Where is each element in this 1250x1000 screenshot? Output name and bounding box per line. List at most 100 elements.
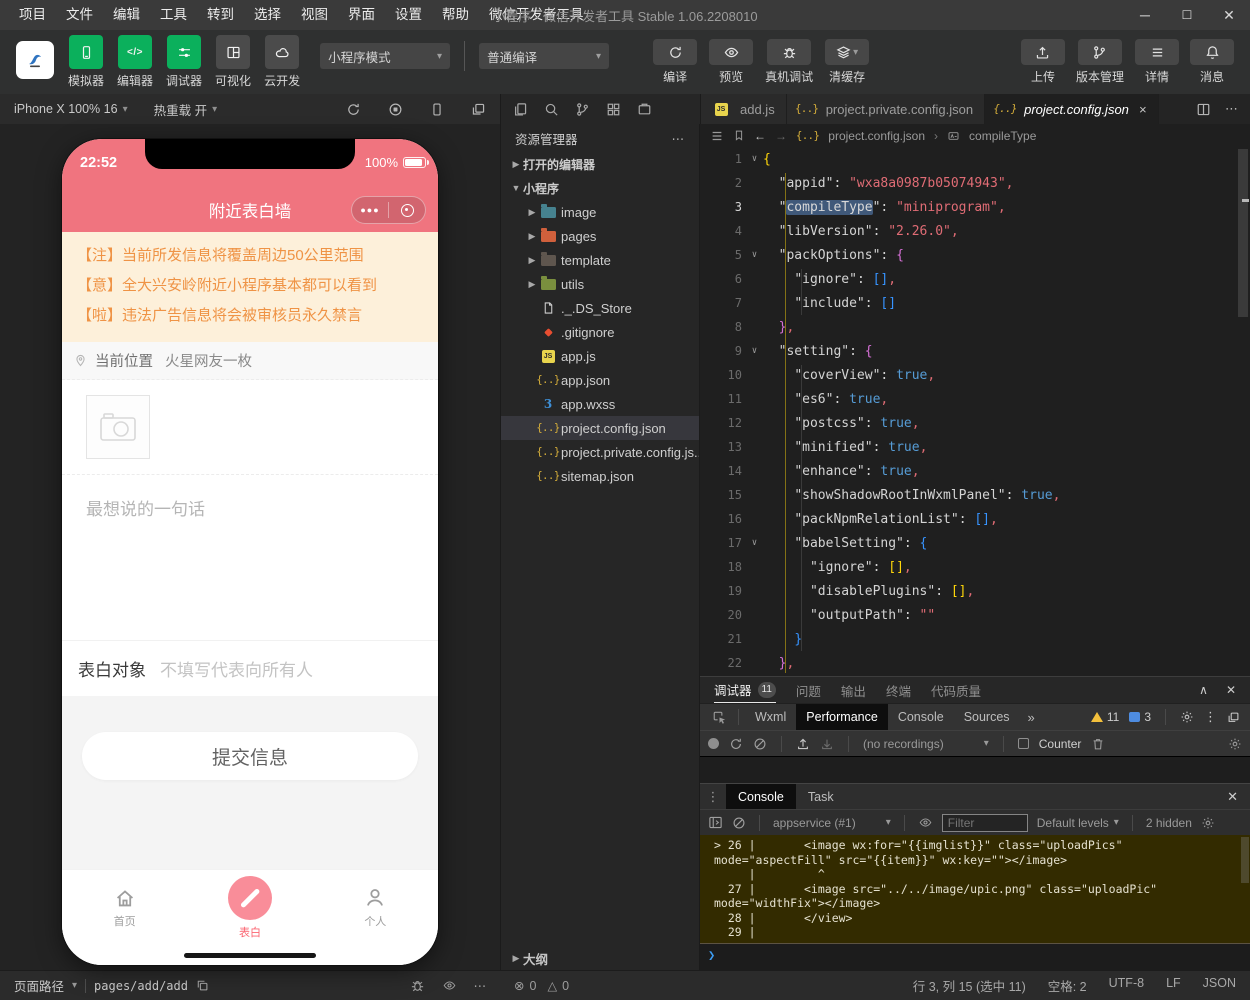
devtools-tab-performance[interactable]: Performance	[796, 704, 888, 730]
phone-tab-home[interactable]: 首页	[62, 870, 187, 946]
search-icon[interactable]	[544, 102, 559, 117]
capsule-menu[interactable]: ●●●	[351, 196, 426, 224]
module-cloud-dev[interactable]: 云开发	[264, 35, 300, 89]
camera-upload-button[interactable]	[86, 395, 150, 459]
structure-icon[interactable]	[606, 102, 621, 117]
tab-more-icon[interactable]: ⋯	[1225, 101, 1238, 117]
record-button[interactable]	[708, 738, 719, 749]
device-frame-icon[interactable]	[430, 102, 444, 117]
action-version-management[interactable]: 版本管理	[1076, 39, 1124, 85]
menu-item[interactable]: 设置	[386, 0, 431, 30]
action-real-device-debug[interactable]: 真机调试	[765, 39, 813, 85]
nav-forward-icon[interactable]: →	[775, 129, 787, 143]
tree-item-ds-store[interactable]: ._.DS_Store	[501, 296, 699, 320]
drawer-menu-icon[interactable]: ⋮	[700, 789, 726, 805]
menu-item[interactable]: 视图	[292, 0, 337, 30]
panel-tab-output[interactable]: 输出	[841, 677, 866, 703]
console-filter-input[interactable]	[942, 814, 1028, 832]
location-row[interactable]: 当前位置 火星网友一枚	[62, 342, 438, 380]
breadcrumb-file[interactable]: project.config.json	[828, 129, 925, 143]
preview-eye-icon[interactable]	[442, 979, 457, 992]
module-editor[interactable]: </>编辑器	[117, 35, 153, 89]
close-tab-icon[interactable]: ×	[1139, 102, 1147, 117]
device-select[interactable]: iPhone X 100% 16	[14, 102, 118, 116]
panel-tab-problems[interactable]: 问题	[796, 677, 821, 703]
devtools-tab-sources[interactable]: Sources	[954, 704, 1020, 730]
console-settings-icon[interactable]	[1201, 816, 1215, 830]
nav-back-icon[interactable]: ←	[754, 129, 766, 143]
drawer-tab-console[interactable]: Console	[726, 784, 796, 809]
devtools-tab-console[interactable]: Console	[888, 704, 954, 730]
menu-item[interactable]: 工具	[151, 0, 196, 30]
action-upload[interactable]: 上传	[1021, 39, 1065, 85]
minimize-button[interactable]: ─	[1124, 0, 1166, 30]
eye-watch-icon[interactable]	[918, 816, 933, 829]
warning-count[interactable]: 11	[1091, 710, 1119, 724]
split-editor-icon[interactable]	[1196, 102, 1211, 117]
console-output[interactable]: > 26 | <image wx:for="{{imglist}}" class…	[700, 835, 1250, 970]
recordings-select[interactable]: (no recordings) ▾	[863, 737, 989, 751]
target-row[interactable]: 表白对象 不填写代表向所有人	[62, 640, 438, 696]
explorer-more-icon[interactable]: ⋯	[672, 131, 686, 146]
copy-path-icon[interactable]	[196, 979, 209, 992]
log-levels-select[interactable]: Default levels ▾	[1037, 816, 1119, 830]
tree-item-gitignore[interactable]: .gitignore	[501, 320, 699, 344]
load-profile-icon[interactable]	[796, 737, 810, 751]
outline-list-icon[interactable]	[710, 129, 724, 143]
outline-section[interactable]: ▶ 大纲	[501, 946, 699, 970]
panel-tab-terminal[interactable]: 终端	[886, 677, 911, 703]
more-dots-icon[interactable]: ●●●	[352, 205, 388, 215]
breadcrumb-symbol[interactable]: compileType	[969, 129, 1036, 143]
devtools-logo[interactable]	[16, 41, 54, 79]
action-clear-cache[interactable]: ▾清缓存	[825, 39, 869, 85]
tree-item-app-js[interactable]: JSapp.js	[501, 344, 699, 368]
errors-icon[interactable]: ⊗	[514, 978, 524, 993]
tree-item-utils[interactable]: ▶utils	[501, 272, 699, 296]
hot-reload-select[interactable]: 热重载 开 ▾	[154, 100, 218, 119]
source-control-icon[interactable]	[575, 102, 590, 117]
editor-tab-add-js[interactable]: JSadd.js	[701, 94, 787, 124]
menu-item[interactable]: 界面	[339, 0, 384, 30]
message-textarea[interactable]: 最想说的一句话	[62, 475, 438, 640]
capture-settings-icon[interactable]	[1228, 737, 1242, 751]
reload-record-icon[interactable]	[729, 737, 743, 751]
fold-chevron-icon[interactable]: ∨	[746, 346, 763, 356]
phone-tab-confess[interactable]: 表白	[187, 870, 312, 946]
execution-context-select[interactable]: appservice (#1) ▾	[773, 816, 891, 830]
fold-chevron-icon[interactable]: ∨	[746, 154, 763, 164]
statusbar-item[interactable]: 行 3, 列 15 (选中 11)	[913, 976, 1026, 995]
menu-item[interactable]: 帮助	[433, 0, 478, 30]
menu-item[interactable]: 转到	[198, 0, 243, 30]
tree-item-miniprogram[interactable]: ▼小程序	[501, 176, 699, 200]
tree-item-image[interactable]: ▶image	[501, 200, 699, 224]
module-debugger[interactable]: 调试器	[166, 35, 202, 89]
devtools-tab-wxml[interactable]: Wxml	[745, 704, 796, 730]
counter-checkbox[interactable]	[1018, 738, 1029, 749]
action-detail[interactable]: 详情	[1135, 39, 1179, 85]
more-options-icon[interactable]: ⋯	[474, 978, 487, 993]
message-count[interactable]: 3	[1129, 710, 1151, 724]
panel-tab-debugger[interactable]: 调试器11	[714, 677, 776, 703]
vconsole-bug-icon[interactable]	[410, 978, 425, 993]
record-icon[interactable]	[388, 102, 403, 117]
editor-tab-project-private-config-json[interactable]: {..}project.private.config.json	[787, 94, 985, 124]
module-visualization[interactable]: 可视化	[215, 35, 251, 89]
popout-window-icon[interactable]	[471, 102, 486, 117]
action-message[interactable]: 消息	[1190, 39, 1234, 85]
npm-package-icon[interactable]	[637, 102, 652, 117]
menu-item[interactable]: 选择	[245, 0, 290, 30]
tree-item-pages[interactable]: ▶pages	[501, 224, 699, 248]
tree-item-project-config-json[interactable]: {..}project.config.json	[501, 416, 699, 440]
console-sidebar-toggle-icon[interactable]	[708, 815, 723, 830]
menu-item[interactable]: 编辑	[104, 0, 149, 30]
tree-item-open-editors[interactable]: ▶打开的编辑器	[501, 152, 699, 176]
collapse-panel-icon[interactable]: ∧	[1199, 683, 1208, 697]
devtools-menu-icon[interactable]: ⋮	[1204, 709, 1217, 725]
close-button[interactable]: ✕	[1208, 0, 1250, 30]
inspect-element-icon[interactable]	[706, 710, 732, 725]
more-tabs-icon[interactable]: »	[1022, 710, 1041, 725]
drawer-tab-task[interactable]: Task	[796, 784, 846, 809]
devtools-settings-icon[interactable]	[1180, 710, 1194, 724]
trash-icon[interactable]	[1091, 737, 1105, 751]
statusbar-item[interactable]: 空格: 2	[1048, 976, 1087, 995]
